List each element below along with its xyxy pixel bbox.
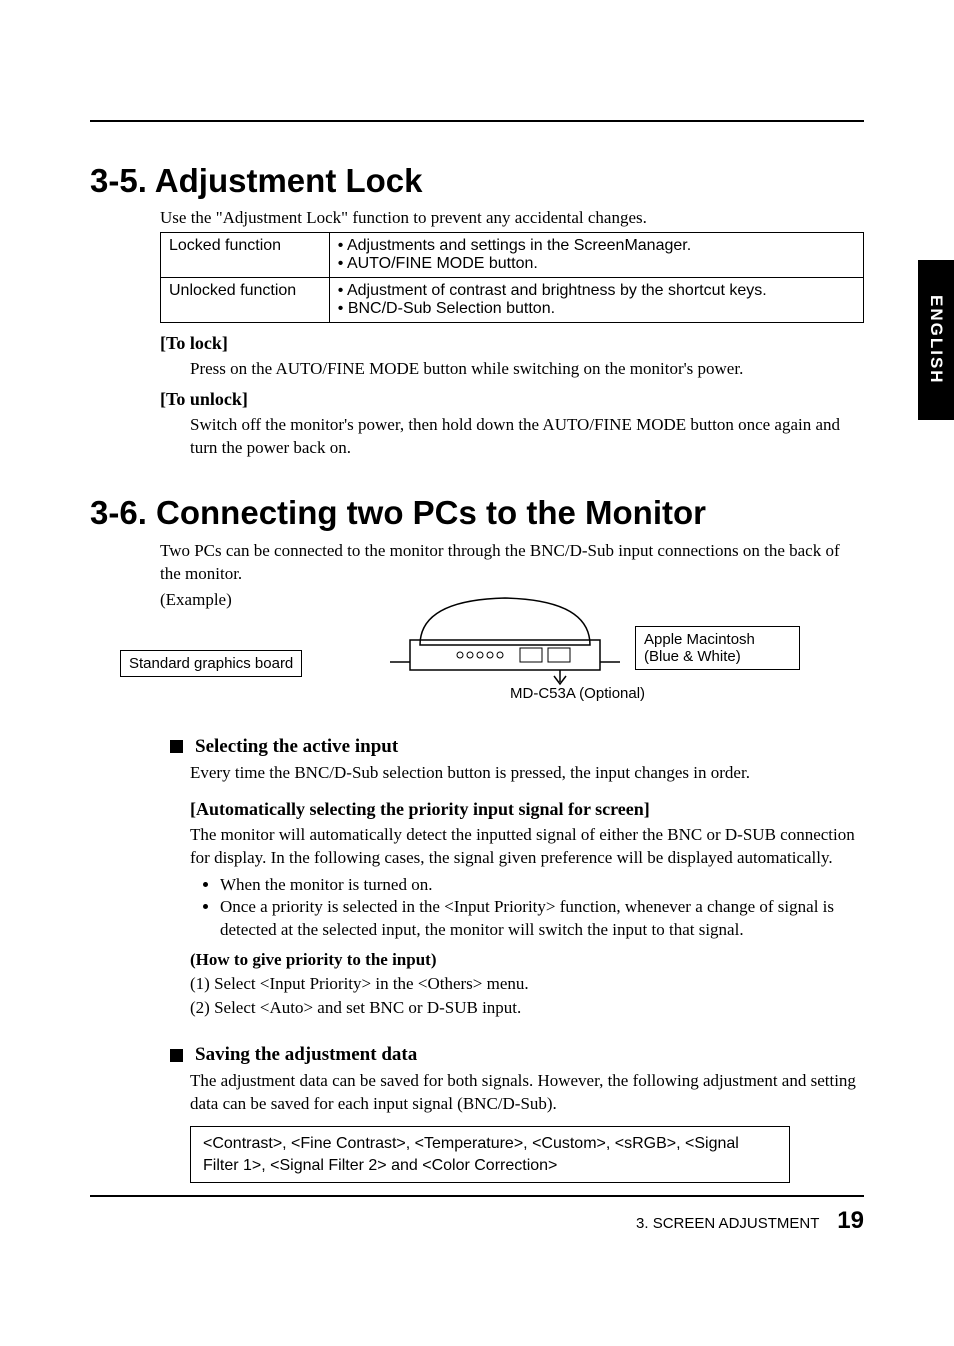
table-row: Unlocked function • Adjustment of contra… bbox=[161, 278, 864, 323]
to-unlock-body: Switch off the monitor's power, then hol… bbox=[190, 414, 864, 460]
language-tab-label: ENGLISH bbox=[926, 295, 946, 385]
footer-page-number: 19 bbox=[837, 1207, 864, 1234]
diagram-label-right: Apple Macintosh (Blue & White) bbox=[635, 626, 800, 670]
unlocked-function-label: Unlocked function bbox=[161, 278, 330, 323]
auto-select-list: When the monitor is turned on. Once a pr… bbox=[220, 874, 864, 943]
page-footer: 3. SCREEN ADJUSTMENT 19 bbox=[0, 1207, 954, 1235]
footer-section: 3. SCREEN ADJUSTMENT bbox=[636, 1215, 819, 1232]
section-36-title: 3-6. Connecting two PCs to the Monitor bbox=[90, 494, 864, 532]
auto-select-body: The monitor will automatically detect th… bbox=[190, 824, 864, 870]
saving-data-title: Saving the adjustment data bbox=[195, 1044, 417, 1066]
to-lock-heading: [To lock] bbox=[160, 333, 864, 354]
monitor-icon bbox=[390, 590, 620, 690]
locked-function-label: Locked function bbox=[161, 233, 330, 278]
lock-functions-table: Locked function • Adjustments and settin… bbox=[160, 232, 864, 323]
list-item: When the monitor is turned on. bbox=[220, 874, 864, 897]
to-unlock-heading: [To unlock] bbox=[160, 389, 864, 410]
step-2: (2) Select <Auto> and set BNC or D-SUB i… bbox=[190, 998, 864, 1018]
page-content: 3-5. Adjustment Lock Use the "Adjustment… bbox=[0, 0, 954, 1183]
list-item: Once a priority is selected in the <Inpu… bbox=[220, 896, 864, 942]
bottom-rule bbox=[90, 1195, 864, 1197]
selecting-input-title: Selecting the active input bbox=[195, 736, 398, 758]
section-36-intro: Two PCs can be connected to the monitor … bbox=[160, 540, 864, 586]
section-35-intro: Use the "Adjustment Lock" function to pr… bbox=[160, 208, 864, 228]
saving-data-body: The adjustment data can be saved for bot… bbox=[190, 1070, 864, 1116]
how-to-heading: (How to give priority to the input) bbox=[190, 950, 864, 970]
section-35-title: 3-5. Adjustment Lock bbox=[90, 162, 864, 200]
square-bullet-icon bbox=[170, 740, 183, 753]
unlocked-function-desc: • Adjustment of contrast and brightness … bbox=[329, 278, 863, 323]
diagram-label-left: Standard graphics board bbox=[120, 650, 302, 677]
diagram-label-optional: MD-C53A (Optional) bbox=[510, 685, 645, 702]
language-tab: ENGLISH bbox=[918, 260, 954, 420]
selecting-input-heading: Selecting the active input bbox=[170, 736, 864, 758]
top-rule bbox=[90, 120, 864, 122]
selecting-input-body: Every time the BNC/D-Sub selection butto… bbox=[190, 762, 864, 785]
saving-data-heading: Saving the adjustment data bbox=[170, 1044, 864, 1066]
connection-diagram: Standard graphics board Apple Macintosh … bbox=[90, 590, 864, 710]
locked-function-desc: • Adjustments and settings in the Screen… bbox=[329, 233, 863, 278]
step-1: (1) Select <Input Priority> in the <Othe… bbox=[190, 974, 864, 994]
square-bullet-icon bbox=[170, 1049, 183, 1062]
auto-select-heading: [Automatically selecting the priority in… bbox=[190, 799, 864, 820]
to-lock-body: Press on the AUTO/FINE MODE button while… bbox=[190, 358, 864, 381]
saved-settings-box: <Contrast>, <Fine Contrast>, <Temperatur… bbox=[190, 1126, 790, 1183]
table-row: Locked function • Adjustments and settin… bbox=[161, 233, 864, 278]
